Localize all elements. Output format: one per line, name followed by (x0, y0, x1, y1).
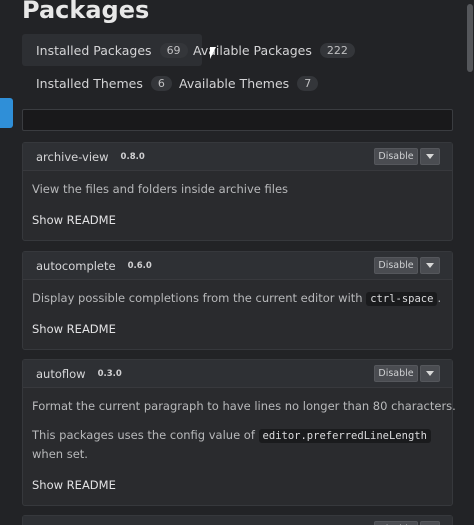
mouse-cursor-icon (210, 47, 216, 59)
disable-button[interactable]: Disable (374, 521, 418, 525)
package-actions: Disable (374, 521, 440, 525)
package-version: 0.3.0 (97, 368, 122, 379)
package-description: Display possible completions from the cu… (32, 289, 441, 308)
package-name: autoflow (36, 366, 86, 381)
tab-installed-themes[interactable]: Installed Themes 6 (22, 67, 186, 99)
tab-available-themes[interactable]: Available Themes 7 (165, 67, 332, 99)
caret-down-icon (426, 154, 434, 159)
package-description: View the files and folders inside archiv… (32, 182, 289, 196)
search-input[interactable] (22, 109, 453, 131)
package-name: autocomplete (36, 258, 116, 273)
disable-button[interactable]: Disable (374, 257, 418, 274)
package-card-header: Disable (23, 516, 452, 525)
package-menu-button[interactable] (420, 257, 440, 274)
packages-settings-page: Packages Installed Packages 69 Available… (0, 0, 474, 525)
config-key-code: editor.preferredLineLength (258, 429, 431, 443)
description-text: when set. (32, 447, 88, 461)
package-description-config: This packages uses the config value of e… (32, 426, 447, 463)
description-text: This packages uses the config value of (32, 428, 255, 442)
package-version: 0.6.0 (127, 260, 152, 271)
caret-down-icon (426, 263, 434, 268)
package-card-header: autocomplete 0.6.0 Disable (23, 252, 452, 280)
package-version: 0.8.0 (120, 151, 145, 162)
package-card-next: Disable (22, 515, 453, 525)
caret-down-icon (426, 371, 434, 376)
count-badge: 7 (297, 75, 319, 91)
package-name: archive-view (36, 149, 109, 164)
package-menu-button[interactable] (420, 365, 440, 382)
scrollbar-thumb[interactable] (467, 4, 473, 72)
keybinding-code: ctrl-space (366, 292, 438, 306)
show-readme-link[interactable]: Show README (32, 478, 116, 492)
description-text: . (437, 291, 442, 305)
package-card-archive-view: archive-view 0.8.0 Disable View the file… (22, 142, 453, 241)
package-card-autoflow: autoflow 0.3.0 Disable Format the curren… (22, 359, 456, 506)
sidebar-selection-indicator (0, 98, 13, 128)
package-card-header: archive-view 0.8.0 Disable (23, 143, 452, 171)
package-menu-button[interactable] (420, 521, 440, 525)
package-menu-button[interactable] (420, 148, 440, 165)
package-card-autocomplete: autocomplete 0.6.0 Disable Display possi… (22, 251, 453, 350)
description-text: Display possible completions from the cu… (32, 291, 363, 305)
disable-button[interactable]: Disable (374, 365, 418, 382)
show-readme-link[interactable]: Show README (32, 213, 116, 227)
tab-label: Available Themes (179, 75, 290, 91)
disable-button[interactable]: Disable (374, 148, 418, 165)
show-readme-link[interactable]: Show README (32, 322, 116, 336)
tab-label: Installed Themes (36, 75, 143, 91)
package-actions: Disable (374, 148, 440, 165)
package-card-header: autoflow 0.3.0 Disable (23, 360, 452, 388)
package-actions: Disable (374, 257, 440, 274)
tab-label: Installed Packages (36, 42, 152, 58)
page-title: Packages (22, 0, 150, 24)
count-badge: 222 (319, 42, 355, 58)
tab-available-packages[interactable]: Available Packages 222 (179, 34, 369, 66)
tab-installed-packages[interactable]: Installed Packages 69 (22, 34, 202, 66)
package-description: Format the current paragraph to have lin… (32, 399, 456, 413)
package-actions: Disable (374, 365, 440, 382)
